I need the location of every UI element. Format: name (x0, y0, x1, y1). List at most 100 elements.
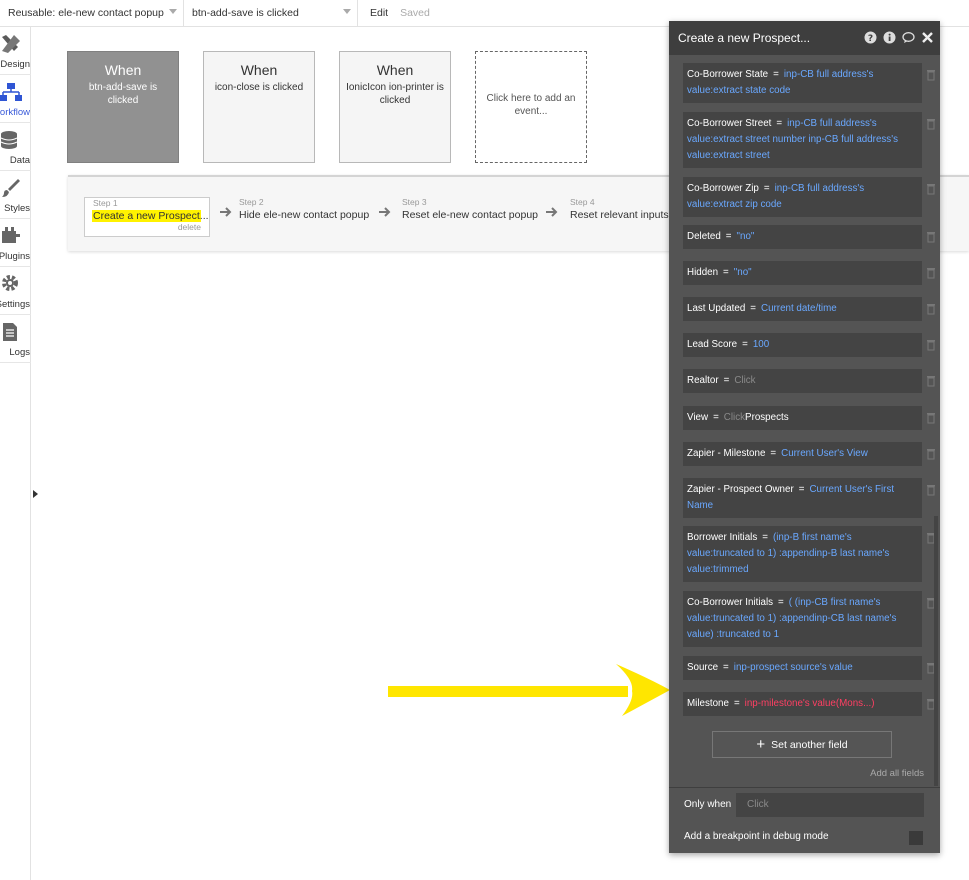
trash-icon[interactable] (926, 339, 936, 351)
plus-icon: + (756, 736, 766, 753)
event-when-label: When (104, 62, 142, 78)
event-trigger-text: icon-close is clicked (214, 82, 304, 93)
sidebar-item-data[interactable]: Data (0, 123, 31, 171)
trash-icon[interactable] (926, 303, 936, 315)
field-name: View (687, 412, 709, 423)
brush-icon (2, 179, 20, 197)
delete-step-link[interactable]: delete (178, 222, 201, 232)
event-card[interactable]: When btn-add-save is clicked (67, 51, 179, 163)
field-name: Co-Borrower Zip (687, 183, 759, 194)
svg-text:?: ? (868, 34, 873, 44)
trash-icon[interactable] (926, 69, 936, 81)
event-trigger-text: btn-add-save is clicked (88, 82, 158, 106)
sidebar-item-workflow[interactable]: Workflow (0, 75, 31, 123)
only-when-input[interactable]: Click (736, 793, 924, 817)
step-number: Step 1 (93, 198, 118, 208)
field-name: Co-Borrower Street (687, 118, 772, 129)
only-when-label: Only when (684, 799, 732, 810)
field-value[interactable]: inp-prospect source's value (734, 662, 853, 673)
field-row[interactable]: Realtor = Click (683, 369, 935, 393)
trash-icon[interactable] (926, 412, 936, 424)
step-name: Hide ele-new contact popup (239, 209, 370, 221)
panel-scrollbar[interactable] (934, 516, 938, 786)
sidebar-expand-icon[interactable] (33, 490, 38, 498)
event-when-label: When (240, 62, 278, 78)
field-value[interactable]: Current date/time (761, 303, 837, 314)
reusable-element-select-label: Reusable: ele-new contact popup (8, 7, 164, 19)
field-row[interactable]: Co-Borrower Initials =( (inp-CB first nam… (683, 591, 935, 647)
field-row[interactable]: Milestone = inp-milestone's value(Mons...) (683, 692, 935, 716)
sidebar-item-logs[interactable]: Logs (0, 315, 31, 363)
field-row[interactable]: Co-Borrower Zip = inp-CB full address's va… (683, 177, 935, 217)
edit-menu[interactable]: Edit (370, 7, 388, 19)
trash-icon[interactable] (926, 183, 936, 195)
field-name: Deleted (687, 231, 721, 242)
field-value-option[interactable]: Prospects (745, 412, 789, 423)
sidebar-item-settings[interactable]: Settings (0, 267, 31, 315)
add-all-fields-link[interactable]: Add all fields (870, 768, 924, 779)
field-name: Co-Borrower Initials (687, 597, 774, 608)
reusable-element-select[interactable]: Reusable: ele-new contact popup (0, 0, 184, 27)
set-another-field-button[interactable]: + Set another field (712, 731, 892, 758)
field-value[interactable]: Click (724, 412, 745, 423)
field-row[interactable]: Lead Score = 100 (683, 333, 935, 357)
field-row[interactable]: Hidden = "no" (683, 261, 935, 285)
set-another-field-label: Set another field (771, 738, 848, 751)
field-value[interactable]: "no" (734, 267, 752, 278)
database-icon (0, 131, 18, 149)
chevron-down-icon (343, 8, 351, 14)
comment-icon[interactable] (902, 31, 915, 44)
trash-icon[interactable] (926, 231, 936, 243)
event-select[interactable]: btn-add-save is clicked (184, 0, 358, 27)
sidebar-item-styles[interactable]: Styles (0, 171, 31, 219)
design-icon (2, 35, 20, 53)
breakpoint-checkbox[interactable] (909, 831, 923, 845)
field-name: Milestone (687, 698, 729, 709)
event-card[interactable]: When IonicIcon ion-printer is clicked (339, 51, 451, 163)
sidebar-item-label: Styles (4, 203, 30, 214)
info-icon[interactable] (883, 31, 896, 44)
trash-icon[interactable] (926, 267, 936, 279)
add-event-card[interactable]: Click here to add an event... (475, 51, 587, 163)
workflow-step-1[interactable]: Step 1 Create a new Prospect... delete (84, 197, 210, 237)
field-row[interactable]: Last Updated = Current date/time (683, 297, 935, 321)
event-card[interactable]: When icon-close is clicked (203, 51, 315, 163)
field-name: Hidden (687, 267, 719, 278)
step-name: Create a new Prospect... (92, 210, 209, 222)
field-row[interactable]: Deleted = "no" (683, 225, 935, 249)
field-row[interactable]: Borrower Initials = (inp-B first name's va… (683, 526, 935, 582)
arrow-right-icon (546, 207, 558, 217)
workflow-step-3[interactable]: Step 3 Reset ele-new contact popup (402, 197, 538, 237)
field-value[interactable]: 100 (753, 339, 769, 350)
field-row[interactable]: Zapier - Milestone = Current User's View (683, 442, 935, 466)
sidebar-item-label: Plugins (0, 251, 30, 262)
annotation-arrow-icon (388, 664, 670, 716)
workflow-step-4[interactable]: Step 4 Reset relevant inputs (570, 197, 669, 237)
help-icon[interactable]: ? (864, 31, 877, 44)
sidebar-item-label: Data (9, 155, 30, 166)
field-row[interactable]: Co-Borrower Street = inp-CB full address's… (683, 112, 935, 168)
trash-icon[interactable] (926, 448, 936, 460)
field-value[interactable]: inp-milestone's value(Mons...) (745, 698, 875, 709)
step-name: Reset ele-new contact popup (402, 209, 539, 221)
field-row[interactable]: Zapier - Prospect Owner = Current User's F… (683, 478, 935, 518)
field-value[interactable]: Current User's View (781, 448, 868, 459)
field-row[interactable]: Co-Borrower State = inp-CB full address's … (683, 63, 935, 103)
gear-icon (2, 275, 18, 291)
field-name: Realtor (687, 375, 719, 386)
sidebar-item-design[interactable]: Design (0, 27, 31, 75)
field-row[interactable]: Source = inp-prospect source's value (683, 656, 935, 680)
event-trigger-text: IonicIcon ion-printer is clicked (346, 82, 444, 106)
field-value[interactable]: Click (734, 375, 755, 386)
trash-icon[interactable] (926, 484, 936, 496)
chevron-down-icon (169, 8, 177, 14)
trash-icon[interactable] (926, 118, 936, 130)
field-value[interactable]: "no" (737, 231, 755, 242)
trash-icon[interactable] (926, 375, 936, 387)
close-icon[interactable] (921, 31, 934, 44)
field-name: Zapier - Milestone (687, 448, 766, 459)
field-row[interactable]: View = ClickProspects (683, 406, 935, 430)
panel-header: Create a new Prospect... ? (669, 21, 940, 55)
workflow-step-2[interactable]: Step 2 Hide ele-new contact popup (239, 197, 369, 237)
sidebar-item-plugins[interactable]: Plugins (0, 219, 31, 267)
